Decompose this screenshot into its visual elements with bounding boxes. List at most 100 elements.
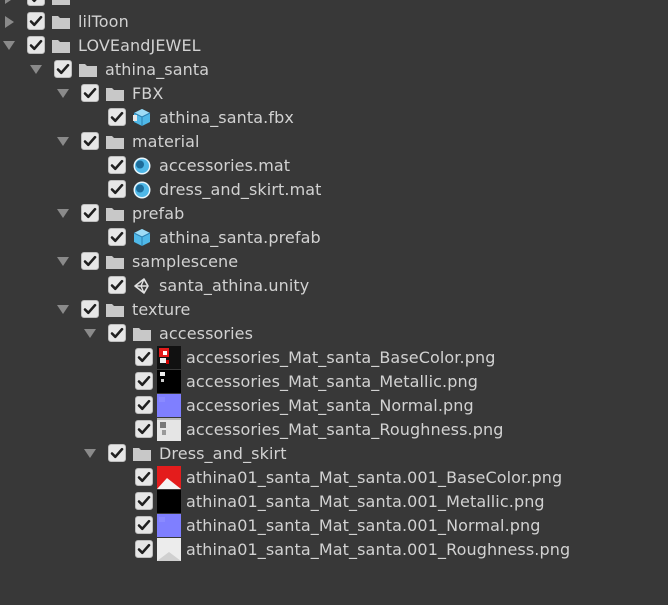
tree-row-accessories-mat-santa-normal-png[interactable]: accessories_Mat_santa_Normal.png [0, 394, 668, 418]
material-asset-icon [132, 180, 152, 199]
tree-row-label: santa_athina.unity [159, 276, 310, 295]
folder-icon [105, 134, 125, 152]
folder-icon [132, 326, 152, 344]
tree-row-cut-row[interactable] [0, 0, 668, 10]
tree-row-athina-santa-prefab[interactable]: athina_santa.prefab [0, 226, 668, 250]
tree-row-accessories-mat-santa-basecolor-png[interactable]: accessories_Mat_santa_BaseColor.png [0, 346, 668, 370]
tree-row-label: accessories_Mat_santa_Normal.png [186, 396, 474, 415]
include-checkbox[interactable] [135, 492, 153, 510]
folder-icon [51, 38, 71, 56]
tree-row-loveandjewel[interactable]: LOVEandJEWEL [0, 34, 668, 58]
include-checkbox[interactable] [108, 324, 126, 342]
include-checkbox[interactable] [81, 252, 99, 270]
folder-icon [105, 254, 125, 272]
include-checkbox[interactable] [27, 12, 45, 30]
tree-row-label: athina01_santa_Mat_santa.001_Roughness.p… [186, 540, 571, 559]
foldout-expanded-icon[interactable] [84, 449, 96, 458]
tree-row-label: lilToon [78, 12, 129, 31]
foldout-expanded-icon[interactable] [84, 329, 96, 338]
folder-icon [51, 0, 71, 8]
tree-row-santa-athina-unity[interactable]: santa_athina.unity [0, 274, 668, 298]
tree-row-label: LOVEandJEWEL [78, 36, 201, 55]
foldout-expanded-icon[interactable] [3, 41, 15, 50]
tree-row-label: athina_santa.fbx [159, 108, 294, 127]
folder-icon [105, 86, 125, 104]
tree-row-athina01-santa-mat-santa-001-metallic-png[interactable]: athina01_santa_Mat_santa.001_Metallic.pn… [0, 490, 668, 514]
tree-row-label: accessories_Mat_santa_BaseColor.png [186, 348, 496, 367]
include-checkbox[interactable] [108, 444, 126, 462]
include-checkbox[interactable] [27, 0, 45, 6]
include-checkbox[interactable] [135, 396, 153, 414]
include-checkbox[interactable] [54, 60, 72, 78]
tree-row-athina-santa[interactable]: athina_santa [0, 58, 668, 82]
include-checkbox[interactable] [27, 36, 45, 54]
tree-row-dress-and-skirt[interactable]: Dress_and_skirt [0, 442, 668, 466]
include-checkbox[interactable] [135, 540, 153, 558]
texture-thumbnail-icon [157, 490, 181, 513]
include-checkbox[interactable] [108, 276, 126, 294]
tree-row-label: material [132, 132, 200, 151]
include-checkbox[interactable] [108, 108, 126, 126]
tree-row-fbx[interactable]: FBX [0, 82, 668, 106]
include-checkbox[interactable] [81, 132, 99, 150]
tree-row-label: athina01_santa_Mat_santa.001_Normal.png [186, 516, 541, 535]
model-asset-icon [132, 108, 152, 126]
tree-row-athina01-santa-mat-santa-001-normal-png[interactable]: athina01_santa_Mat_santa.001_Normal.png [0, 514, 668, 538]
import-package-tree: lilToon LOVEandJEWEL athina_santa FBX athina… [0, 0, 668, 605]
foldout-expanded-icon[interactable] [57, 257, 69, 266]
foldout-expanded-icon[interactable] [57, 305, 69, 314]
tree-row-label: athina_santa [105, 60, 210, 79]
foldout-collapsed-icon[interactable] [5, 16, 14, 28]
material-asset-icon [132, 156, 152, 175]
foldout-collapsed-icon[interactable] [5, 0, 14, 4]
folder-icon [51, 14, 71, 32]
texture-thumbnail-icon [157, 346, 181, 369]
tree-row-athina01-santa-mat-santa-001-roughness-png[interactable]: athina01_santa_Mat_santa.001_Roughness.p… [0, 538, 668, 562]
foldout-expanded-icon[interactable] [30, 65, 42, 74]
include-checkbox[interactable] [108, 156, 126, 174]
texture-thumbnail-icon [157, 370, 181, 393]
foldout-expanded-icon[interactable] [57, 89, 69, 98]
tree-row-prefab[interactable]: prefab [0, 202, 668, 226]
include-checkbox[interactable] [81, 204, 99, 222]
foldout-expanded-icon[interactable] [57, 137, 69, 146]
include-checkbox[interactable] [135, 372, 153, 390]
include-checkbox[interactable] [81, 300, 99, 318]
tree-row-athina01-santa-mat-santa-001-basecolor-png[interactable]: athina01_santa_Mat_santa.001_BaseColor.p… [0, 466, 668, 490]
tree-row-label: Dress_and_skirt [159, 444, 287, 463]
prefab-asset-icon [132, 228, 152, 246]
include-checkbox[interactable] [135, 516, 153, 534]
tree-row-texture[interactable]: texture [0, 298, 668, 322]
include-checkbox[interactable] [135, 468, 153, 486]
folder-icon [132, 446, 152, 464]
tree-row-accessories-mat-santa-metallic-png[interactable]: accessories_Mat_santa_Metallic.png [0, 370, 668, 394]
tree-row-accessories-mat-santa-roughness-png[interactable]: accessories_Mat_santa_Roughness.png [0, 418, 668, 442]
tree-row-accessories-mat[interactable]: accessories.mat [0, 154, 668, 178]
tree-row-material[interactable]: material [0, 130, 668, 154]
include-checkbox[interactable] [108, 180, 126, 198]
tree-row-label: athina01_santa_Mat_santa.001_BaseColor.p… [186, 468, 563, 487]
unity-asset-icon [132, 276, 152, 294]
include-checkbox[interactable] [81, 84, 99, 102]
include-checkbox[interactable] [135, 348, 153, 366]
tree-row-samplescene[interactable]: samplescene [0, 250, 668, 274]
tree-row-label: accessories_Mat_santa_Roughness.png [186, 420, 504, 439]
texture-thumbnail-icon [157, 538, 181, 561]
texture-thumbnail-icon [157, 466, 181, 489]
texture-thumbnail-icon [157, 394, 181, 417]
include-checkbox[interactable] [135, 420, 153, 438]
texture-thumbnail-icon [157, 418, 181, 441]
tree-row-dress-and-skirt-mat[interactable]: dress_and_skirt.mat [0, 178, 668, 202]
folder-icon [105, 302, 125, 320]
tree-row-liltoon[interactable]: lilToon [0, 10, 668, 34]
tree-row-label: athina01_santa_Mat_santa.001_Metallic.pn… [186, 492, 545, 511]
foldout-expanded-icon[interactable] [57, 209, 69, 218]
include-checkbox[interactable] [108, 228, 126, 246]
tree-row-athina-santa-fbx[interactable]: athina_santa.fbx [0, 106, 668, 130]
tree-row-label: samplescene [132, 252, 239, 271]
tree-row-label: accessories.mat [159, 156, 291, 175]
tree-row-label: FBX [132, 84, 164, 103]
tree-row-label: prefab [132, 204, 185, 223]
tree-row-accessories[interactable]: accessories [0, 322, 668, 346]
folder-icon [78, 62, 98, 80]
